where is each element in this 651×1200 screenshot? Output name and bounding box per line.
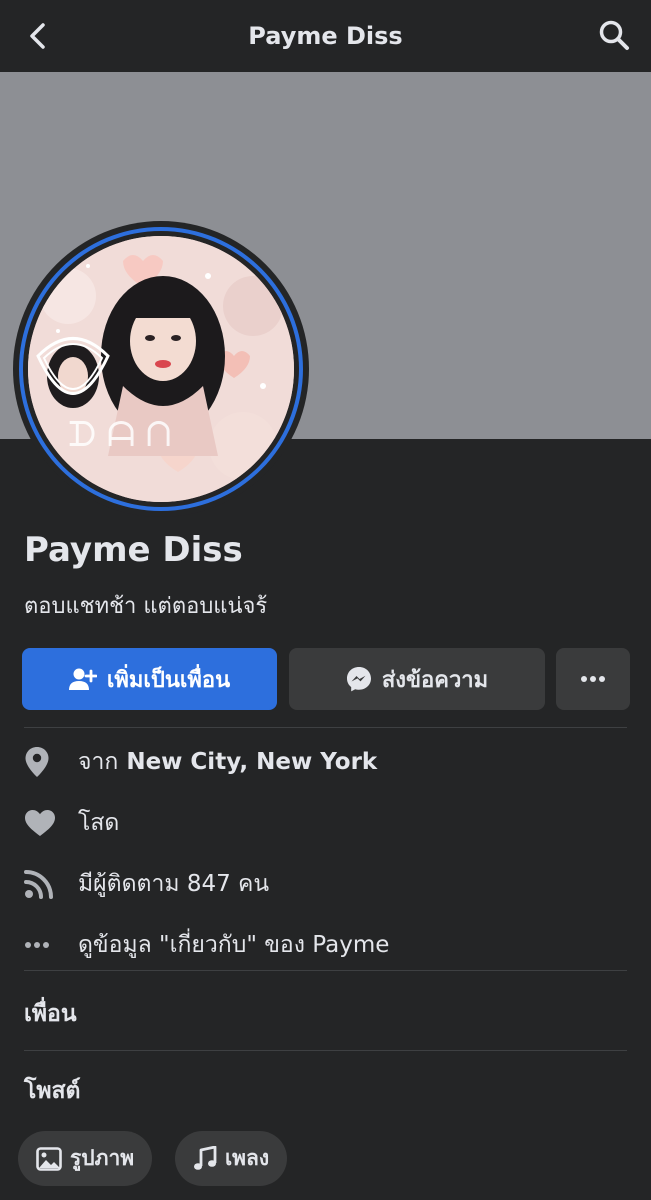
profile-bio: ตอบแชทช้า แต่ตอบแน่จร้ (24, 594, 268, 619)
page-title: Payme Diss (248, 22, 403, 50)
info-location: จาก New City, New York (24, 742, 377, 782)
chevron-left-icon (30, 23, 45, 49)
avatar-artwork: ᗪ ᗩ ᑎ (28, 236, 294, 502)
profile-name: Payme Diss (24, 530, 243, 570)
rss-feed-icon (24, 870, 53, 899)
divider (24, 1050, 627, 1051)
info-followers: มีผู้ติดตาม 847 คน (24, 864, 269, 904)
info-relationship: โสด (24, 803, 119, 843)
back-button[interactable] (20, 18, 56, 54)
avatar-image: ᗪ ᗩ ᑎ (28, 236, 294, 502)
more-dots-icon (581, 676, 605, 682)
divider (24, 727, 627, 728)
top-bar: Payme Diss (0, 0, 651, 72)
info-about-link[interactable]: ดูข้อมูล "เกี่ยวกับ" ของ Payme (24, 925, 389, 965)
more-dots-icon (25, 942, 49, 948)
followers-count[interactable]: มีผู้ติดตาม 847 คน (78, 866, 269, 902)
add-friend-button[interactable]: เพิ่มเป็นเพื่อน (22, 648, 277, 710)
photos-chip-label: รูปภาพ (70, 1146, 135, 1170)
heart-icon (25, 810, 55, 836)
story-ring: ᗪ ᗩ ᑎ (19, 227, 303, 511)
svg-text:ᗪ ᗩ ᑎ: ᗪ ᗩ ᑎ (68, 415, 171, 455)
music-note-icon (194, 1145, 217, 1170)
about-link-label: ดูข้อมูล "เกี่ยวกับ" ของ Payme (78, 932, 390, 958)
posts-section-title: โพสต์ (24, 1078, 81, 1104)
message-button[interactable]: ส่งข้อความ (289, 648, 545, 710)
friends-section-title[interactable]: เพื่อน (24, 996, 77, 1032)
location-pin-icon (25, 747, 49, 777)
relationship-status: โสด (78, 810, 120, 836)
photos-chip[interactable]: รูปภาพ (18, 1131, 153, 1186)
music-chip-label: เพลง (225, 1146, 270, 1170)
more-options-button[interactable] (556, 648, 630, 710)
search-icon (599, 20, 629, 50)
search-button[interactable] (595, 16, 633, 54)
profile-actions: เพิ่มเป็นเพื่อน ส่งข้อความ (22, 648, 630, 710)
add-friend-label: เพิ่มเป็นเพื่อน (106, 667, 231, 693)
profile-picture[interactable]: ᗪ ᗩ ᑎ (13, 221, 309, 517)
location-value[interactable]: New City, New York (126, 749, 377, 775)
add-friend-icon (68, 668, 97, 690)
location-prefix: จาก (78, 749, 119, 775)
photo-icon (36, 1146, 62, 1171)
message-label: ส่งข้อความ (381, 667, 489, 693)
music-chip[interactable]: เพลง (175, 1131, 288, 1186)
messenger-icon (346, 667, 371, 692)
divider (24, 970, 627, 971)
